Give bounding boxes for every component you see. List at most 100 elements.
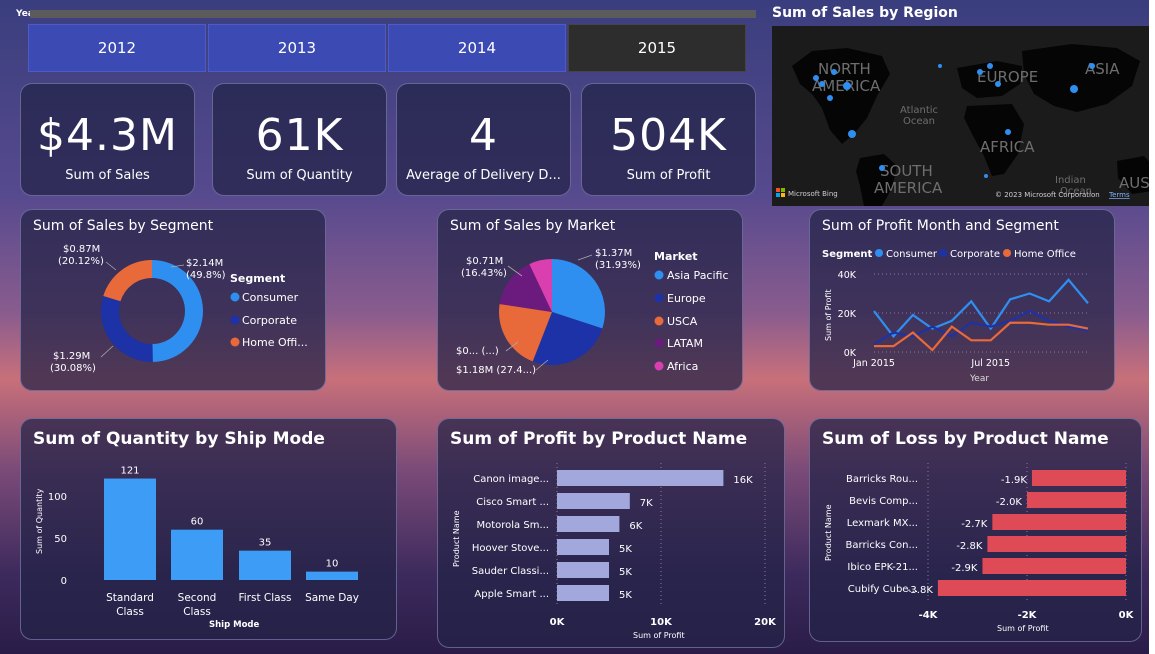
ship-mode-bar-standard-class <box>104 478 156 580</box>
profit-month-xtick: Jul 2015 <box>970 358 1010 369</box>
ship-mode-value-label: 10 <box>326 559 339 570</box>
loss-product-value-label: -1.9K <box>1001 475 1028 486</box>
market-pie <box>499 259 605 365</box>
kpi-card-profit[interactable]: 504K Sum of Profit <box>581 83 756 196</box>
ship-mode-xtick: Second <box>178 592 217 604</box>
legend-latam[interactable]: LATAM <box>667 337 703 350</box>
legend-corporate[interactable]: Corporate <box>950 249 1000 260</box>
year-slicer-header-bar <box>30 10 756 18</box>
ship-mode-value-label: 35 <box>259 538 272 549</box>
map-label-south-america-2: AMERICA <box>874 179 943 197</box>
legend-africa[interactable]: Africa <box>667 360 698 373</box>
profit-product-bar <box>557 470 724 486</box>
map-bubble <box>1089 63 1095 69</box>
loss-product-bar <box>1027 492 1126 508</box>
segment-donut-svg: $2.14M (49.8%) $0.87M (20.12%) $1.29M (3… <box>50 244 308 374</box>
profit-product-xtick: 10K <box>650 617 673 628</box>
loss-product-xlabel: Sum of Profit <box>997 624 1049 633</box>
bing-logo-icon <box>776 188 785 197</box>
profit-product-bar <box>557 562 609 578</box>
ship-mode-xtick: First Class <box>238 592 291 604</box>
profit-product-xtick: 0K <box>550 617 566 628</box>
kpi-card-quantity[interactable]: 61K Sum of Quantity <box>212 83 387 196</box>
market-label-usca: $0... (...) <box>456 346 499 357</box>
kpi-delivery-value: 4 <box>469 110 498 161</box>
loss-product-card[interactable]: Sum of Loss by Product Name Product Name… <box>809 418 1142 642</box>
map-bubble <box>995 81 1001 87</box>
map-bubble <box>977 69 983 75</box>
year-button-2013[interactable]: 2013 <box>208 24 386 72</box>
legend-corporate[interactable]: Corporate <box>242 314 297 327</box>
map-bubble <box>843 82 851 90</box>
map-bubble <box>879 165 885 171</box>
kpi-profit-label: Sum of Profit <box>626 168 711 183</box>
map-bubble <box>827 95 833 101</box>
ship-mode-xtick: Class <box>116 606 144 618</box>
profit-month-svg: Segment Consumer Corporate Home Office S… <box>822 249 1089 384</box>
legend-consumer[interactable]: Consumer <box>886 249 938 260</box>
map-label-north-america-1: NORTH <box>818 60 871 78</box>
kpi-card-sales[interactable]: $4.3M Sum of Sales <box>20 83 195 196</box>
profit-product-card[interactable]: Sum of Profit by Product Name Product Na… <box>437 418 785 648</box>
map-svg: NORTH AMERICA EUROPE ASIA Atlantic Ocean… <box>776 44 1153 206</box>
map-label-aus: AUS <box>1119 174 1150 192</box>
map-copyright: © 2023 Microsoft Corporation <box>995 191 1100 199</box>
legend-dot-europe <box>654 293 664 303</box>
kpi-delivery-label: Average of Delivery D... <box>406 168 561 183</box>
profit-product-ytick: Cisco Smart ... <box>476 497 549 508</box>
legend-home-office[interactable]: Home Offi... <box>242 336 308 349</box>
profit-month-card[interactable]: Sum of Profit Month and Segment Segment … <box>809 209 1115 391</box>
year-button-2014[interactable]: 2014 <box>388 24 566 72</box>
profit-month-line-home-office <box>874 321 1089 352</box>
ship-mode-xtick: Class <box>183 606 211 618</box>
legend-dot-home-office <box>1003 249 1011 257</box>
legend-consumer[interactable]: Consumer <box>242 291 299 304</box>
sales-region-map[interactable]: NORTH AMERICA EUROPE ASIA Atlantic Ocean… <box>772 26 1153 206</box>
ship-mode-xlabel: Ship Mode <box>209 620 260 630</box>
profit-product-ytick: Apple Smart ... <box>474 589 549 600</box>
market-chart-card[interactable]: Sum of Sales by Market $1.37M (31.93%) $… <box>437 209 743 391</box>
legend-dot-home-office <box>230 337 240 347</box>
loss-product-bar <box>982 558 1126 574</box>
legend-europe[interactable]: Europe <box>667 292 706 305</box>
kpi-quantity-label: Sum of Quantity <box>246 168 353 183</box>
map-terms-link[interactable]: Terms <box>1108 191 1130 199</box>
ship-mode-card[interactable]: Sum of Quantity by Ship Mode Sum of Quan… <box>20 418 397 640</box>
profit-month-line-consumer <box>873 278 1089 339</box>
profit-product-xtick: 20K <box>754 617 777 628</box>
profit-product-ytick: Sauder Classi... <box>472 566 549 577</box>
map-bubble <box>848 130 856 138</box>
segment-chart-card[interactable]: Sum of Sales by Segment $2.14M (49.8%) $… <box>20 209 326 391</box>
year-button-2012[interactable]: 2012 <box>28 24 206 72</box>
profit-month-axes: 40K20K0KJan 2015 Jul 2015 <box>838 270 1088 369</box>
loss-product-bar <box>1031 470 1126 486</box>
loss-product-xtick: -2K <box>1018 610 1038 621</box>
legend-usca[interactable]: USCA <box>667 315 698 328</box>
legend-dot-corporate <box>939 249 947 257</box>
market-label-asia-pct: (31.93%) <box>595 260 641 271</box>
ship-mode-xtick: Standard <box>106 592 154 604</box>
legend-asia-pacific[interactable]: Asia Pacific <box>667 269 729 282</box>
map-label-indian-ocean-1: Indian <box>1055 175 1086 186</box>
profit-product-value-label: 7K <box>640 498 653 509</box>
map-bubble <box>987 63 993 69</box>
profit-month-ylabel: Sum of Profit <box>824 289 833 341</box>
profit-month-xtick: Jan 2015 <box>852 358 895 369</box>
legend-dot-consumer <box>875 249 883 257</box>
segment-label-home-pct: (20.12%) <box>58 256 104 267</box>
loss-product-value-label: -3.8K <box>907 585 934 596</box>
kpi-card-delivery[interactable]: 4 Average of Delivery D... <box>396 83 571 196</box>
profit-product-bar <box>557 516 620 532</box>
ship-mode-xtick: Same Day <box>305 592 359 604</box>
loss-product-ytick: Barricks Con... <box>846 540 918 551</box>
year-button-2015[interactable]: 2015 <box>568 24 746 72</box>
loss-product-bar <box>987 536 1126 552</box>
profit-month-ytick: 40K <box>838 270 857 281</box>
loss-product-value-label: -2.0K <box>996 497 1023 508</box>
profit-product-bar <box>557 493 630 509</box>
ship-mode-value-label: 60 <box>191 517 204 528</box>
legend-dot-asia-pacific <box>654 270 664 280</box>
legend-home-office[interactable]: Home Office <box>1014 249 1076 260</box>
market-label-latam-pct: (16.43%) <box>461 268 507 279</box>
profit-product-value-label: 5K <box>619 567 632 578</box>
